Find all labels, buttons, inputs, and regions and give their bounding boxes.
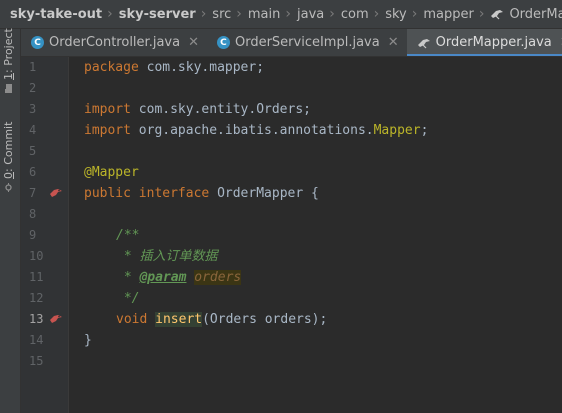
- chevron-right-icon: ›: [329, 6, 335, 22]
- chevron-right-icon: ›: [285, 6, 291, 22]
- code-line-1: package com.sky.mapper;: [84, 57, 264, 78]
- code-line-12: */: [116, 291, 140, 306]
- breadcrumb-item-com[interactable]: com: [337, 7, 372, 22]
- code-editor[interactable]: package com.sky.mapper; import com.sky.e…: [69, 57, 562, 413]
- breadcrumb-item-mapper[interactable]: mapper: [419, 7, 476, 22]
- breadcrumb-item-label: OrderMapper: [509, 6, 562, 22]
- line-number: 4: [29, 123, 37, 137]
- line-number: 14: [29, 333, 44, 347]
- java-class-icon: C: [31, 36, 44, 49]
- line-number: 6: [29, 165, 37, 179]
- keyword: void: [116, 312, 148, 327]
- code-line-3: import com.sky.entity.Orders;: [84, 99, 311, 120]
- annotation: @Mapper: [84, 165, 139, 180]
- tab-order-service-impl[interactable]: C OrderServiceImpl.java ✕: [207, 29, 407, 56]
- project-tool-label: Project: [2, 28, 15, 66]
- code-text: ;: [420, 123, 429, 138]
- breadcrumb-item-ordermapper[interactable]: OrderMapper: [486, 7, 562, 22]
- mybatis-navigate-icon[interactable]: [49, 187, 63, 199]
- code-text: (Orders orders);: [202, 312, 328, 327]
- code-text: com.sky.mapper;: [138, 60, 265, 75]
- line-number: 5: [29, 144, 37, 158]
- tab-order-mapper[interactable]: OrderMapper.java ✕: [406, 29, 562, 56]
- mybatis-bird-icon: [491, 10, 504, 20]
- editor-gutter: 1 2 3 4 5 6 7 8 9 10 11 12 13 14 15: [21, 57, 80, 413]
- java-class-icon: C: [216, 36, 230, 49]
- code-line-6: @Mapper: [84, 162, 139, 183]
- javadoc-tag: @param: [139, 270, 187, 285]
- code-line-9: /**: [116, 228, 140, 243]
- chevron-right-icon: ›: [200, 6, 207, 22]
- breadcrumb-item-src[interactable]: src: [208, 7, 234, 22]
- editor-tabs: C OrderController.java ✕ C OrderServiceI…: [21, 29, 562, 57]
- code-line-14: }: [84, 333, 92, 348]
- chevron-right-icon: ›: [411, 6, 418, 22]
- close-icon[interactable]: ✕: [388, 35, 399, 50]
- breadcrumb-item-main[interactable]: main: [244, 7, 283, 22]
- chevron-right-icon: ›: [373, 6, 380, 22]
- project-tool-number: 1: [2, 73, 15, 80]
- line-number: 8: [29, 207, 37, 221]
- code-text: org.apache.ibatis.annotations.: [130, 123, 374, 138]
- keyword: interface: [130, 186, 210, 201]
- commit-tool-button[interactable]: 0: Commit: [2, 122, 15, 192]
- line-number: 1: [29, 60, 37, 74]
- commit-tool-number: 0: [2, 172, 15, 179]
- breadcrumb: sky-take-out › sky-server › src › main ›…: [0, 0, 562, 29]
- line-number: 9: [29, 228, 37, 242]
- line-number: 10: [29, 249, 44, 263]
- method-name: insert: [155, 312, 203, 327]
- commit-tool-colon: :: [2, 168, 15, 172]
- tab-label: OrderMapper.java: [435, 35, 552, 50]
- folder-icon: [5, 84, 12, 93]
- code-line-10: * 插入订单数据: [116, 249, 218, 264]
- breadcrumb-item-sky[interactable]: sky: [381, 7, 410, 22]
- line-number: 3: [29, 102, 37, 116]
- code-text: OrderMapper {: [209, 186, 319, 201]
- commit-tool-label: Commit: [2, 121, 15, 165]
- line-number: 11: [29, 270, 44, 284]
- code-text: com.sky.entity.Orders;: [130, 102, 311, 117]
- mybatis-bird-icon: [417, 38, 430, 48]
- code-line-4: import org.apache.ibatis.annotations.Map…: [84, 120, 428, 141]
- breadcrumb-item-module[interactable]: sky-server: [115, 7, 199, 22]
- keyword: public: [84, 186, 131, 201]
- chevron-right-icon: ›: [236, 6, 242, 22]
- chevron-right-icon: ›: [107, 6, 113, 22]
- annotation-name: Mapper: [373, 123, 421, 138]
- project-tool-colon: :: [2, 69, 15, 73]
- left-tool-strip: 1: Project 0: Commit: [0, 28, 21, 413]
- line-number: 12: [29, 291, 44, 305]
- code-line-7: public interface OrderMapper {: [84, 183, 319, 204]
- tab-label: OrderController.java: [49, 35, 181, 50]
- project-tool-button[interactable]: 1: Project: [2, 28, 15, 93]
- mybatis-navigate-icon[interactable]: [49, 313, 63, 325]
- keyword: package: [84, 60, 139, 75]
- close-icon[interactable]: ✕: [188, 35, 199, 50]
- line-number: 2: [29, 81, 37, 95]
- keyword: import: [84, 102, 131, 117]
- javadoc-param-name: orders: [194, 270, 242, 285]
- keyword: import: [84, 123, 131, 138]
- tab-label: OrderServiceImpl.java: [234, 35, 380, 50]
- code-line-11: * @param orders: [116, 267, 242, 288]
- code-line-13: void insert(Orders orders);: [116, 309, 327, 330]
- doc-comment: *: [116, 270, 140, 285]
- commit-icon: [5, 183, 12, 192]
- tab-order-controller[interactable]: C OrderController.java ✕: [21, 29, 207, 56]
- chevron-right-icon: ›: [478, 6, 485, 22]
- breadcrumb-item-java[interactable]: java: [293, 7, 327, 22]
- line-number: 15: [29, 354, 44, 368]
- breadcrumb-item-project[interactable]: sky-take-out: [0, 7, 105, 22]
